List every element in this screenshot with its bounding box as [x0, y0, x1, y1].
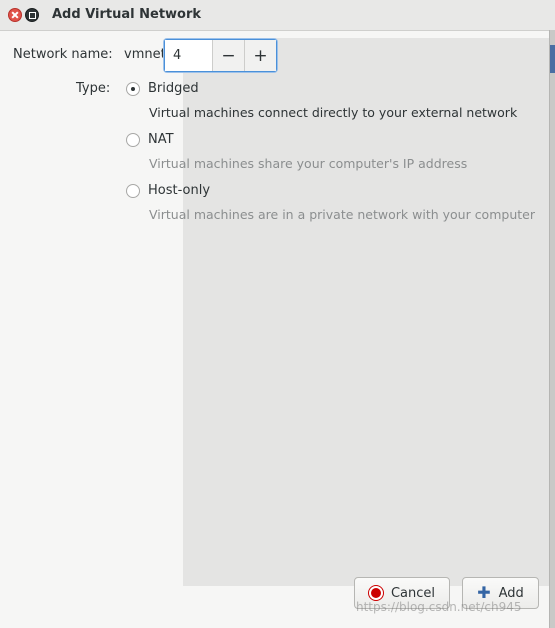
- minus-icon: −: [221, 45, 236, 66]
- add-button-label: Add: [498, 585, 524, 601]
- plus-icon: ✚: [477, 583, 491, 602]
- option-description-host-only: Virtual machines are in a private networ…: [149, 207, 535, 222]
- option-description-nat: Virtual machines share your computer's I…: [149, 156, 468, 171]
- window-title: Add Virtual Network: [52, 7, 202, 22]
- radio-host-only[interactable]: [126, 184, 140, 198]
- network-prefix-label: vmnet: [124, 47, 166, 62]
- window-edge: [549, 30, 555, 628]
- option-label-bridged[interactable]: Bridged: [148, 81, 199, 96]
- plus-small-icon: +: [253, 45, 268, 66]
- radio-bridged[interactable]: [126, 82, 140, 96]
- maximize-icon[interactable]: [25, 8, 39, 22]
- background-window-accent: [550, 45, 555, 73]
- decrement-button[interactable]: −: [212, 40, 244, 71]
- network-number-spinbutton[interactable]: − +: [164, 39, 277, 72]
- type-label: Type:: [76, 81, 111, 96]
- cancel-button-label: Cancel: [390, 585, 436, 601]
- background-panel: [183, 38, 549, 586]
- network-name-label: Network name:: [13, 47, 113, 62]
- close-icon[interactable]: [8, 8, 22, 22]
- network-number-input[interactable]: [165, 40, 212, 71]
- titlebar: Add Virtual Network: [0, 0, 555, 31]
- stop-icon: [368, 586, 383, 600]
- option-description-bridged: Virtual machines connect directly to you…: [149, 105, 518, 120]
- option-label-host-only[interactable]: Host-only: [148, 183, 210, 198]
- radio-nat[interactable]: [126, 133, 140, 147]
- option-label-nat[interactable]: NAT: [148, 132, 174, 147]
- increment-button[interactable]: +: [244, 40, 276, 71]
- watermark-text: https://blog.csdn.net/ch945: [356, 600, 522, 614]
